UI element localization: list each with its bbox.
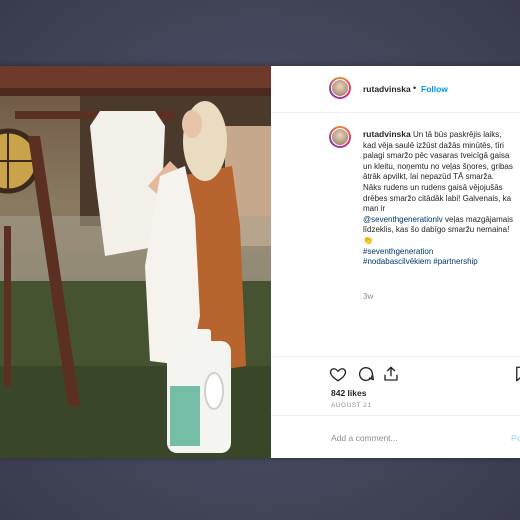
hashtag-link[interactable]: #seventhgeneration: [363, 247, 433, 256]
comment-input[interactable]: Add a comment...: [331, 433, 398, 443]
share-icon[interactable]: [382, 365, 400, 383]
header-username[interactable]: rutadvinska: [363, 84, 411, 94]
comment-bar: Add a comment... Po: [271, 415, 520, 458]
caption-username[interactable]: rutadvinska: [363, 129, 411, 139]
caption-text-part1: Un tā būs paskrējis laiks, kad vēja saul…: [363, 130, 513, 214]
likes-count[interactable]: 842 likes: [331, 388, 366, 398]
post-date: AUGUST 21: [331, 402, 372, 409]
post-actions: 842 likes AUGUST 21 Add a comment... Po: [271, 356, 520, 458]
post-details-panel: rutadvinska • Follow rutadvinska Un tā b…: [271, 66, 520, 458]
comment-icon[interactable]: [357, 365, 375, 383]
post-time-ago: 3w: [363, 292, 374, 301]
caption-avatar[interactable]: [329, 126, 351, 148]
header-separator: •: [413, 83, 417, 93]
bookmark-icon[interactable]: [513, 365, 520, 383]
hashtag-link[interactable]: #partnership: [433, 257, 477, 266]
shed-roof: [0, 66, 271, 88]
post-photo[interactable]: [0, 66, 271, 458]
hashtag-link[interactable]: #nodabascilvēkiem: [363, 257, 431, 266]
post-caption: rutadvinska Un tā būs paskrējis laiks, k…: [363, 129, 513, 268]
photo-scene: [0, 66, 271, 458]
follow-button[interactable]: Follow: [421, 84, 448, 94]
post-header: rutadvinska • Follow: [271, 66, 520, 113]
avatar[interactable]: [329, 77, 351, 99]
mention-link[interactable]: @seventhgenerationlv: [363, 215, 443, 224]
heart-icon[interactable]: [329, 365, 347, 383]
post-comment-button[interactable]: Po: [511, 433, 520, 443]
instagram-post-card: rutadvinska • Follow rutadvinska Un tā b…: [0, 66, 520, 458]
